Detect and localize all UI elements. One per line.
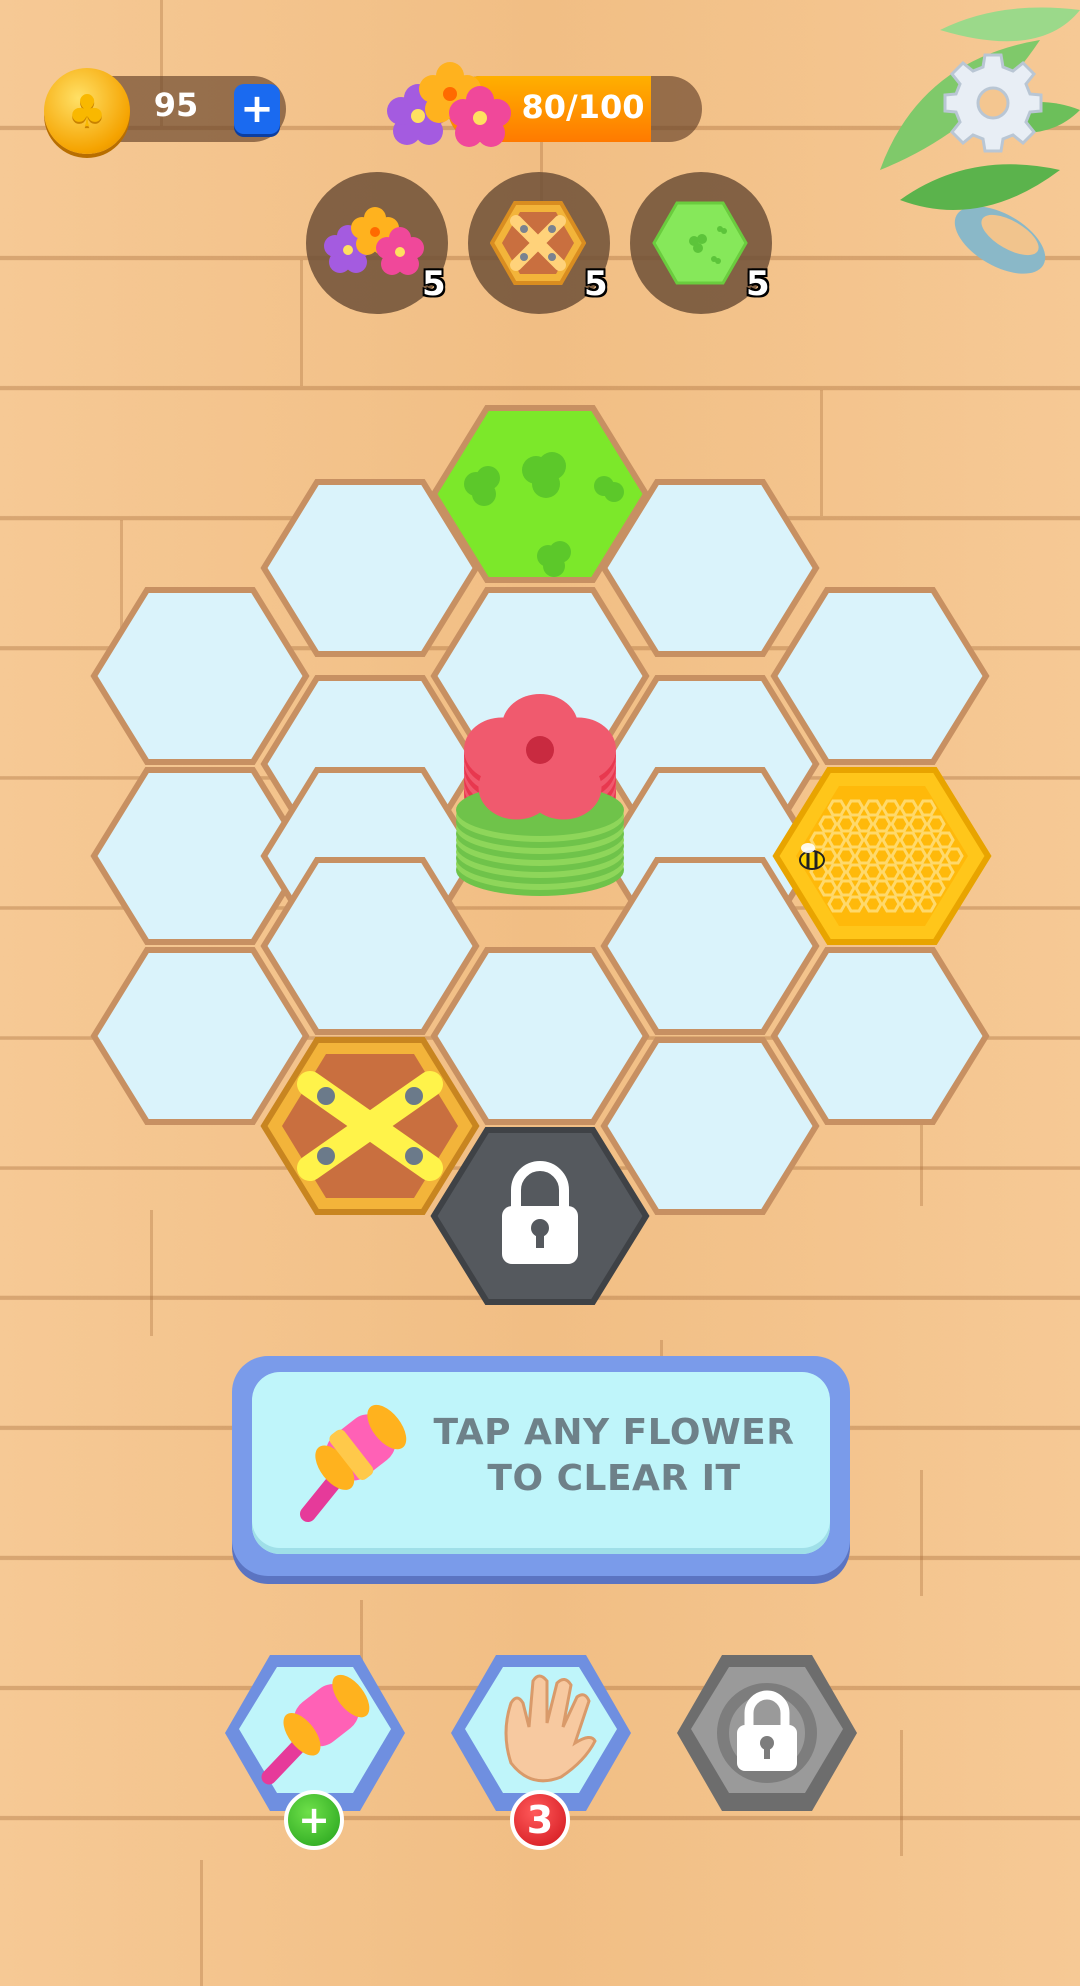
hint-text: TAP ANY FLOWER TO CLEAR IT xyxy=(433,1412,795,1499)
empty-hex-tile[interactable] xyxy=(430,947,650,1125)
add-booster-badge[interactable]: + xyxy=(284,1790,344,1850)
honeycomb-tile[interactable] xyxy=(772,767,992,945)
empty-hex-tile[interactable] xyxy=(770,587,990,765)
booster-count-badge: 3 xyxy=(510,1790,570,1850)
locked-tile[interactable] xyxy=(430,1127,650,1305)
empty-hex-tile[interactable] xyxy=(90,587,310,765)
hammer-icon xyxy=(300,1404,407,1522)
hand-booster-button[interactable]: 3 xyxy=(448,1640,634,1850)
flower-center xyxy=(526,736,554,764)
empty-hex-tile[interactable] xyxy=(770,947,990,1125)
empty-hex-tile[interactable] xyxy=(90,947,310,1125)
flower-stack[interactable] xyxy=(456,694,624,896)
empty-hex-tile[interactable] xyxy=(600,1037,820,1215)
hex-board xyxy=(90,405,992,1305)
crate-tile[interactable] xyxy=(260,1037,480,1215)
hammer-booster-button[interactable]: + xyxy=(222,1640,408,1850)
locked-booster-button[interactable] xyxy=(674,1640,860,1826)
